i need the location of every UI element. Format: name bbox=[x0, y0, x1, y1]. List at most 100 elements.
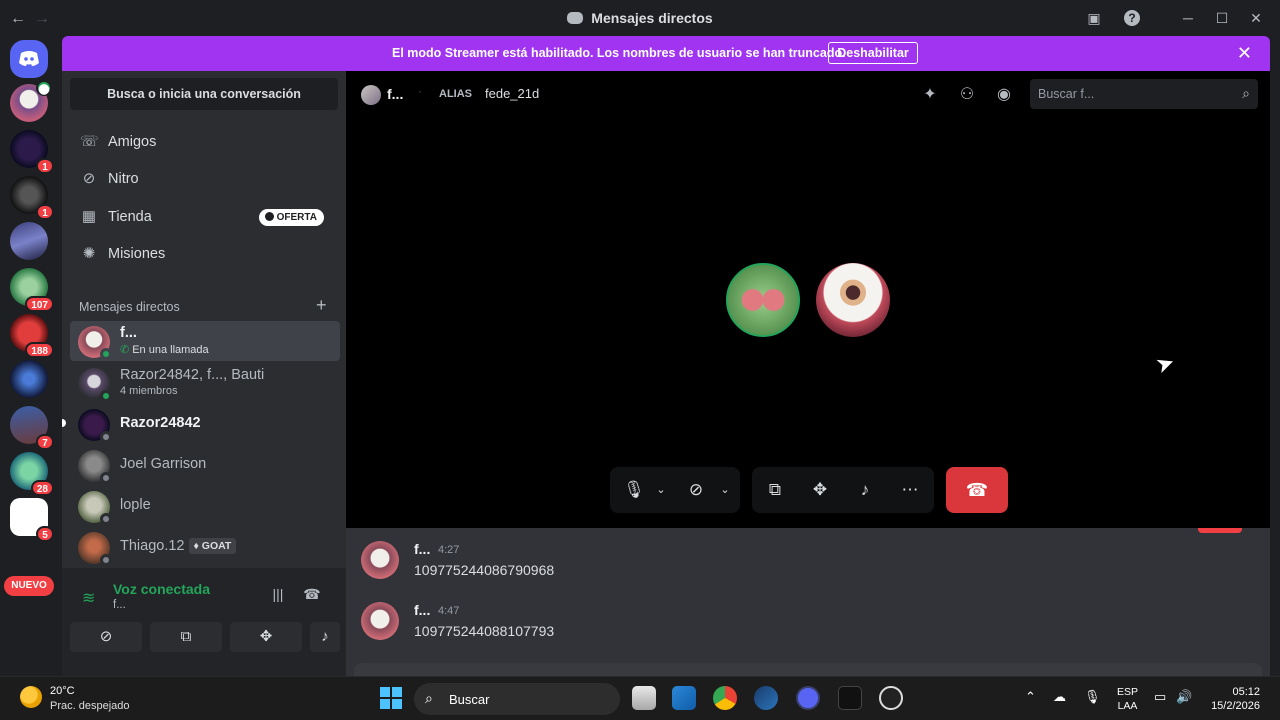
nav-friends[interactable]: ☏ Amigos bbox=[70, 124, 338, 160]
more-options-icon[interactable]: ⋯ bbox=[895, 467, 925, 513]
activities-button[interactable]: ✥ bbox=[230, 622, 302, 652]
offline-status-icon bbox=[100, 554, 112, 566]
voice-status-title[interactable]: Voz conectada bbox=[113, 581, 210, 597]
nav-label: Nitro bbox=[108, 171, 139, 187]
author-avatar[interactable] bbox=[361, 602, 399, 640]
camera-off-button[interactable]: ⊘ bbox=[70, 622, 142, 652]
discord-logo-icon bbox=[19, 51, 39, 66]
chevron-up-icon[interactable]: ⌃ bbox=[1025, 689, 1036, 705]
disconnect-icon[interactable]: ☎ bbox=[300, 586, 324, 606]
new-servers-pill[interactable]: NUEVO bbox=[4, 576, 54, 596]
soundboard-button[interactable]: ♪ bbox=[310, 622, 340, 652]
inbox-icon[interactable]: ▣ bbox=[1084, 8, 1104, 28]
create-dm-plus-icon[interactable]: + bbox=[316, 295, 327, 316]
participant-avatar[interactable] bbox=[816, 263, 890, 337]
chevron-down-icon[interactable]: ⌄ bbox=[650, 467, 672, 513]
camera-off-icon[interactable]: ⊘ bbox=[682, 467, 710, 513]
author-avatar[interactable] bbox=[361, 541, 399, 579]
server-icon[interactable]: 7 bbox=[10, 406, 54, 450]
hang-up-icon: ☎ bbox=[965, 480, 989, 500]
user-profile-icon[interactable]: ◉ bbox=[993, 84, 1015, 104]
discord-taskbar-icon[interactable] bbox=[796, 686, 820, 710]
dm-item[interactable]: Razor24842 bbox=[70, 404, 340, 444]
chrome-icon[interactable] bbox=[713, 686, 737, 710]
noise-suppression-icon[interactable]: ||| bbox=[266, 586, 290, 606]
dm-item[interactable]: f... ✆ En una llamada bbox=[70, 321, 340, 361]
online-status-icon bbox=[100, 348, 112, 360]
server-icon[interactable]: 1 bbox=[10, 130, 54, 174]
share-screen-button[interactable]: ⧉ bbox=[150, 622, 222, 652]
weather-temperature[interactable]: 20°C bbox=[50, 685, 75, 697]
dm-item[interactable]: Joel Garrison bbox=[70, 445, 340, 485]
close-icon[interactable]: ✕ bbox=[1246, 8, 1266, 28]
guild-tag-label: GOAT bbox=[201, 540, 232, 552]
participant-avatar[interactable] bbox=[726, 263, 800, 337]
language-indicator[interactable]: ESP LAA bbox=[1117, 685, 1138, 713]
voice-call-badge: ⬤ bbox=[36, 80, 52, 96]
dm-status-text: En una llamada bbox=[132, 344, 209, 356]
window-titlebar: ← → Mensajes directos ▣ ? ─ ☐ ✕ bbox=[0, 0, 1280, 36]
server-list: ⬤ 1 1 107 188 7 28 5 NUEVO bbox=[0, 36, 62, 676]
dm-status: ✆ En una llamada bbox=[120, 343, 209, 356]
server-icon[interactable] bbox=[10, 360, 48, 398]
message-author[interactable]: f... bbox=[414, 541, 430, 557]
guild-tag: ♦ GOAT bbox=[188, 538, 237, 554]
weather-condition[interactable]: Prac. despejado bbox=[50, 700, 130, 712]
server-icon[interactable]: ⬤ bbox=[10, 80, 52, 122]
weather-sun-icon[interactable] bbox=[20, 686, 42, 708]
offer-label: OFERTA bbox=[276, 212, 317, 223]
message-text: 109775244088107793 bbox=[414, 623, 555, 639]
onedrive-icon[interactable]: ☁ bbox=[1053, 689, 1066, 705]
dm-name: f... bbox=[120, 325, 137, 341]
server-icon[interactable]: 107 bbox=[10, 268, 54, 312]
microphone-icon[interactable]: 🎙 bbox=[1084, 689, 1101, 705]
microphone-icon[interactable]: 🎙 bbox=[620, 467, 648, 513]
dm-item[interactable]: Thiago.12 ♦ GOAT bbox=[70, 527, 340, 567]
soundboard-icon[interactable]: ♪ bbox=[850, 467, 880, 513]
dm-item[interactable]: lople bbox=[70, 486, 340, 526]
conversation-search[interactable]: Busca o inicia una conversación bbox=[70, 78, 338, 110]
obs-icon[interactable] bbox=[879, 686, 903, 710]
message-text: 109775244086790968 bbox=[414, 562, 555, 578]
minimize-icon[interactable]: ─ bbox=[1178, 8, 1198, 28]
message-author[interactable]: f... bbox=[414, 602, 430, 618]
mention-badge: 1 bbox=[36, 204, 54, 220]
mic-camera-controls: 🎙 ⌄ ⊘ ⌄ bbox=[610, 467, 740, 513]
hang-up-button[interactable]: ☎ bbox=[946, 467, 1008, 513]
close-icon[interactable]: ✕ bbox=[1237, 43, 1252, 64]
pin-icon[interactable]: ✦ bbox=[919, 84, 941, 104]
network-icon[interactable]: ▭ bbox=[1154, 689, 1166, 705]
nav-shop[interactable]: ▦ Tienda OFERTA bbox=[70, 199, 338, 235]
add-friends-icon[interactable]: ⚇ bbox=[956, 84, 978, 104]
maximize-icon[interactable]: ☐ bbox=[1212, 8, 1232, 28]
streamer-mode-banner: El modo Streamer está habilitado. Los no… bbox=[62, 36, 1270, 71]
windows-start-icon[interactable] bbox=[380, 687, 402, 709]
server-icon[interactable]: 1 bbox=[10, 176, 54, 220]
call-action-controls: ⧉ ✥ ♪ ⋯ bbox=[752, 467, 934, 513]
activities-icon[interactable]: ✥ bbox=[805, 467, 835, 513]
steam-icon[interactable] bbox=[754, 686, 778, 710]
help-icon[interactable]: ? bbox=[1124, 10, 1140, 26]
dm-item[interactable]: Razor24842, f..., Bauti 4 miembros bbox=[70, 363, 340, 403]
friends-icon: ☏ bbox=[80, 133, 99, 150]
volume-icon[interactable]: 🔊 bbox=[1176, 689, 1192, 705]
signal-strength-icon[interactable]: ≋ bbox=[82, 588, 95, 608]
epic-games-icon[interactable] bbox=[838, 686, 862, 710]
system-clock[interactable]: 05:12 15/2/2026 bbox=[1200, 685, 1260, 713]
home-button[interactable] bbox=[10, 40, 48, 78]
store-icon[interactable] bbox=[672, 686, 696, 710]
share-screen-icon[interactable]: ⧉ bbox=[760, 467, 790, 513]
file-explorer-icon[interactable] bbox=[632, 686, 656, 710]
message-composer[interactable] bbox=[354, 663, 1262, 676]
disable-streamer-button[interactable]: Deshabilitar bbox=[828, 42, 918, 64]
nav-nitro[interactable]: ⊘ Nitro bbox=[70, 161, 338, 197]
server-icon[interactable] bbox=[10, 222, 48, 260]
message-search[interactable]: Buscar f... ⌕ bbox=[1030, 79, 1258, 109]
chevron-down-icon[interactable]: ⌄ bbox=[714, 467, 736, 513]
server-icon[interactable]: 5 bbox=[10, 498, 54, 542]
server-icon[interactable]: 28 bbox=[10, 452, 54, 496]
call-user-name[interactable]: f... bbox=[387, 86, 403, 102]
nav-quests[interactable]: ✺ Misiones bbox=[70, 236, 338, 272]
server-icon[interactable]: 188 bbox=[10, 314, 54, 358]
taskbar-search[interactable]: ⌕ Buscar bbox=[414, 683, 620, 715]
